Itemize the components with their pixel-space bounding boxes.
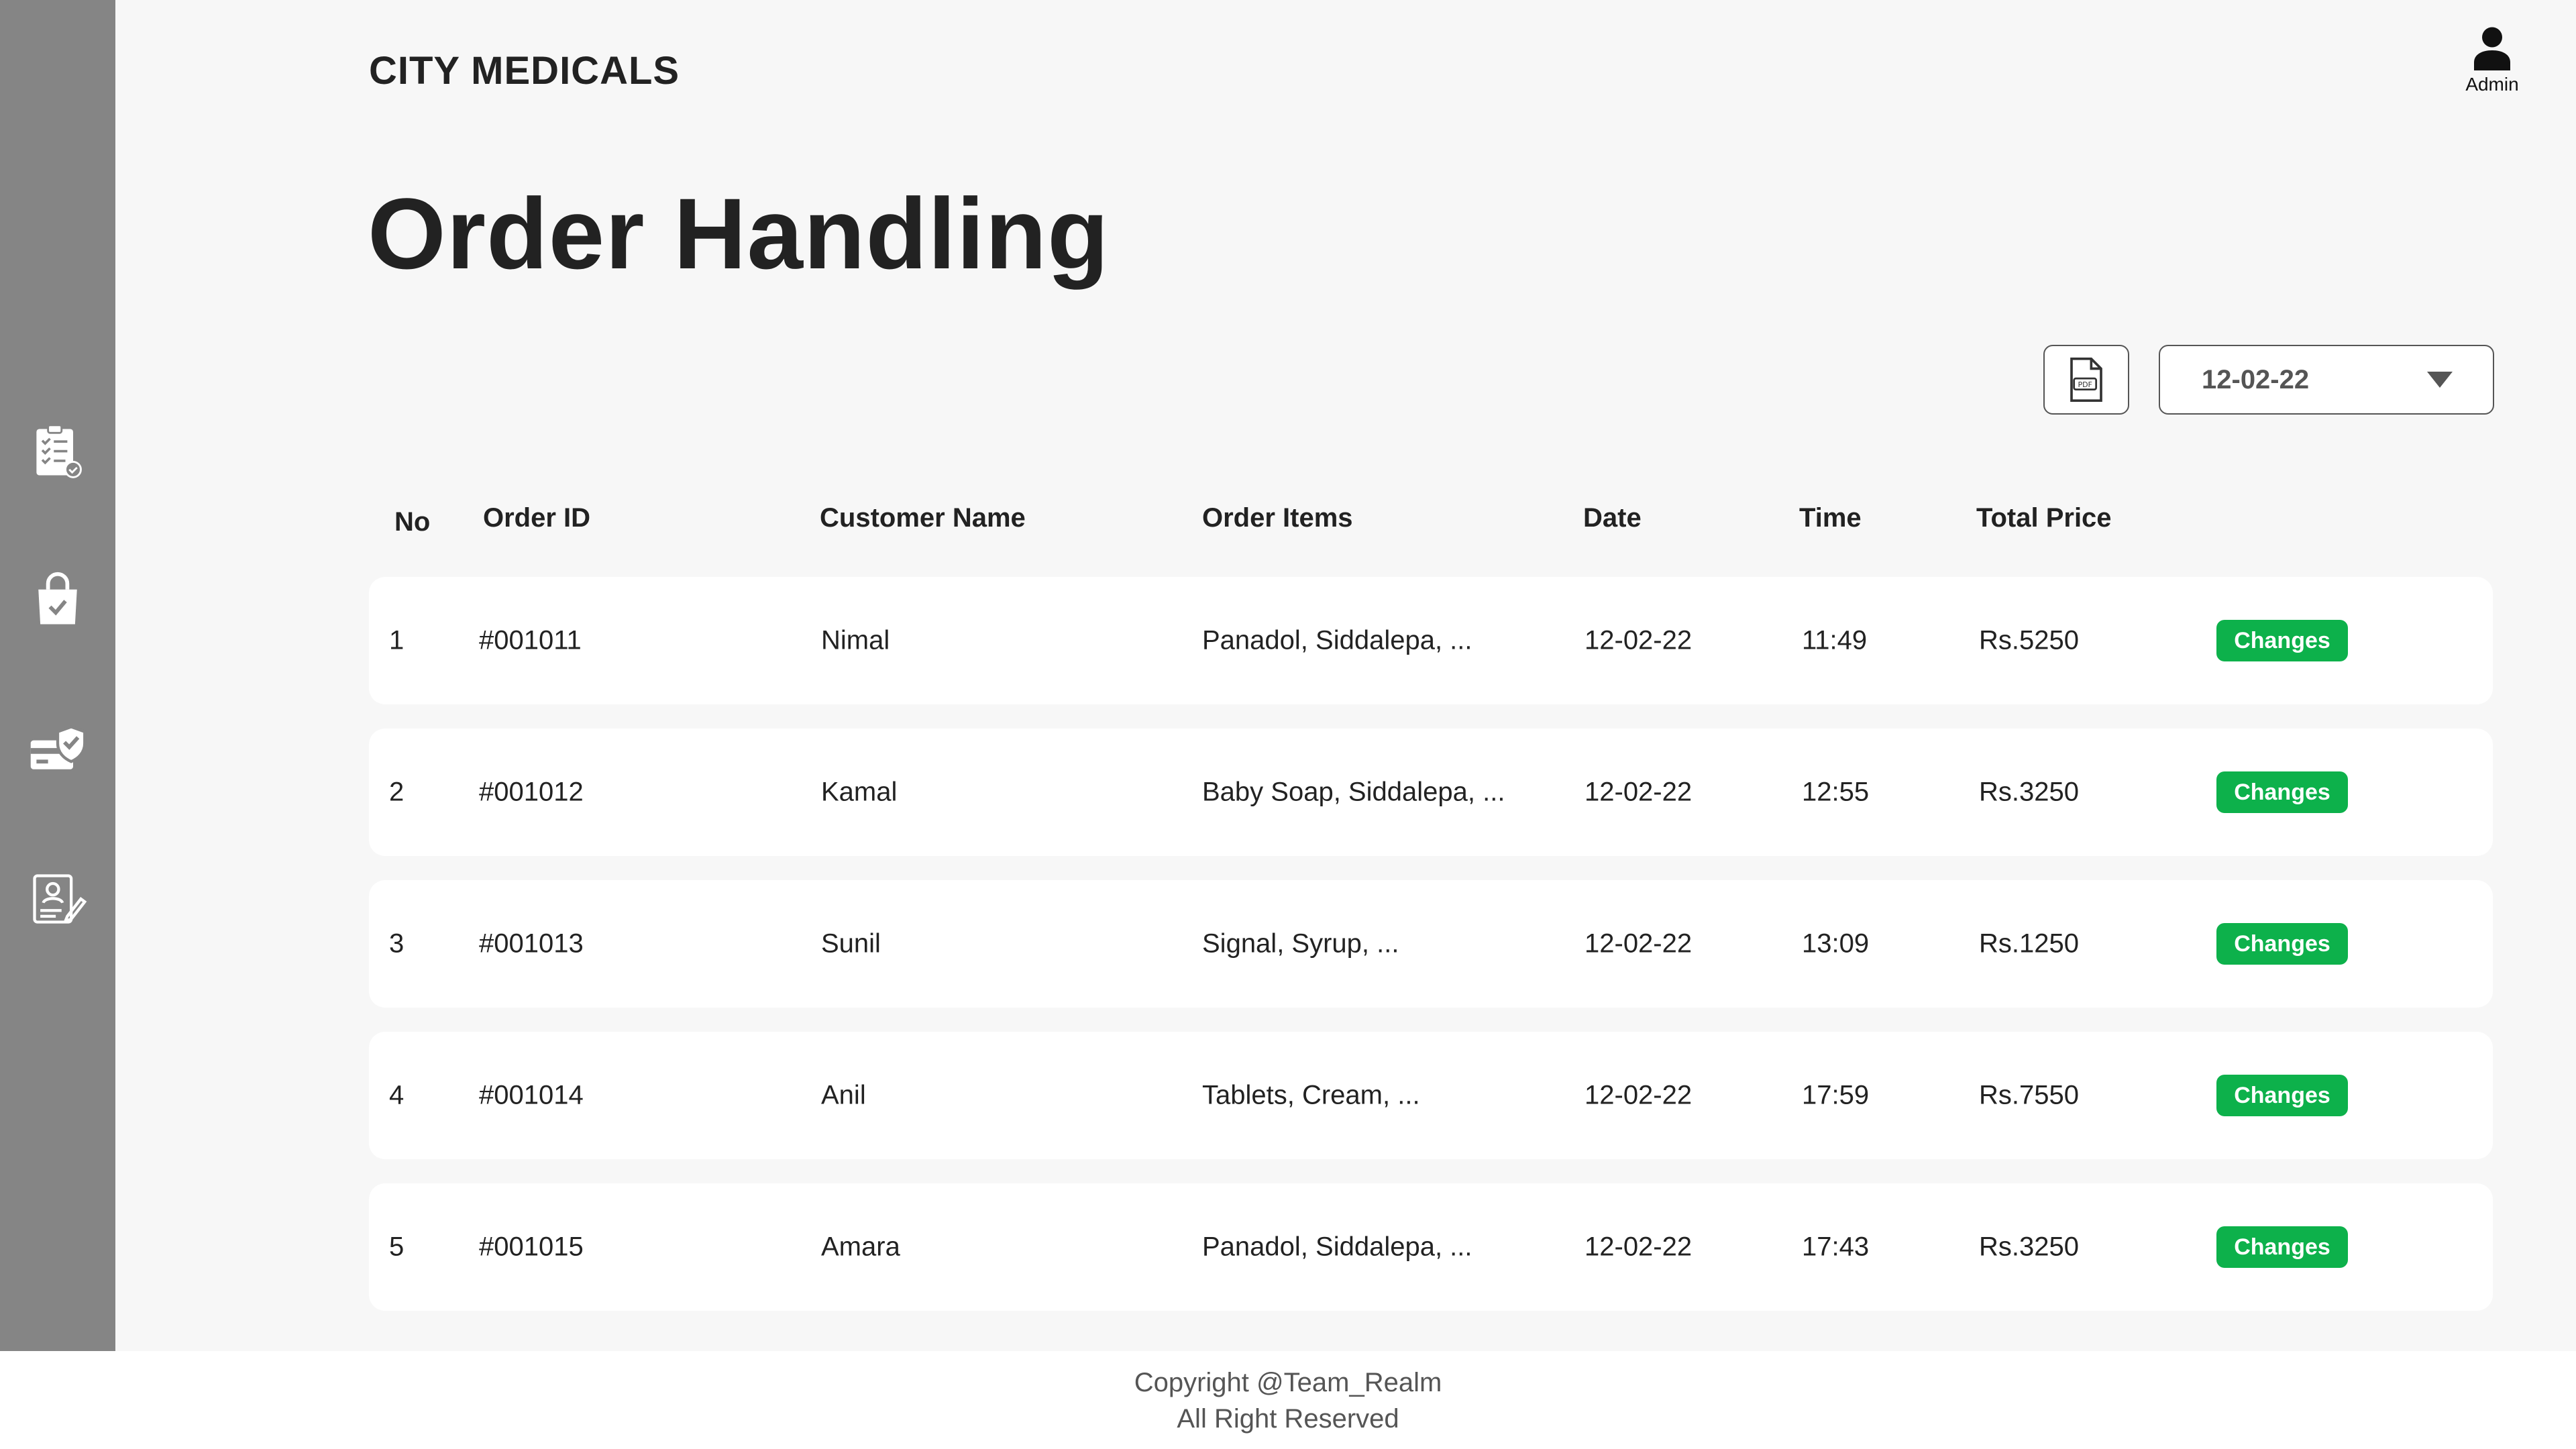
cell-no: 2 — [389, 777, 405, 807]
user-icon — [2474, 27, 2510, 70]
svg-text:PDF: PDF — [2078, 380, 2092, 389]
column-header-order-id: Order ID — [483, 503, 591, 533]
cell-total-price: Rs.3250 — [1979, 777, 2079, 807]
cell-time: 12:55 — [1802, 777, 1870, 807]
cell-order-items: Signal, Syrup, ... — [1202, 928, 1399, 959]
cell-no: 4 — [389, 1080, 405, 1110]
table-row: 3 #001013 Sunil Signal, Syrup, ... 12-02… — [369, 880, 2493, 1008]
table-row: 2 #001012 Kamal Baby Soap, Siddalepa, ..… — [369, 729, 2493, 856]
column-header-total-price: Total Price — [1976, 503, 2112, 533]
cell-time: 17:43 — [1802, 1232, 1870, 1262]
column-header-time: Time — [1799, 503, 1862, 533]
cell-customer: Kamal — [821, 777, 898, 807]
cell-order-id: #001014 — [479, 1080, 584, 1110]
cell-order-id: #001011 — [479, 625, 582, 655]
cell-time: 11:49 — [1802, 625, 1868, 655]
cell-order-items: Baby Soap, Siddalepa, ... — [1202, 777, 1505, 807]
profile-document-edit-icon[interactable] — [27, 868, 89, 930]
cell-total-price: Rs.5250 — [1979, 625, 2079, 655]
copyright-text: Copyright @Team_Realm — [1134, 1368, 1442, 1397]
changes-button[interactable]: Changes — [2216, 923, 2348, 965]
rights-text: All Right Reserved — [1177, 1404, 1399, 1434]
sidebar — [0, 0, 115, 1351]
date-filter-dropdown[interactable]: 12-02-22 — [2159, 345, 2494, 415]
cell-order-items: Panadol, Siddalepa, ... — [1202, 1232, 1472, 1262]
chevron-down-icon — [2427, 372, 2453, 388]
date-filter-value: 12-02-22 — [2202, 364, 2310, 394]
cell-time: 13:09 — [1802, 928, 1870, 959]
column-header-date: Date — [1583, 503, 1642, 533]
cell-order-items: Tablets, Cream, ... — [1202, 1080, 1420, 1110]
cell-no: 1 — [389, 625, 405, 655]
shopping-bag-check-icon[interactable] — [27, 570, 89, 632]
cell-time: 17:59 — [1802, 1080, 1870, 1110]
changes-button[interactable]: Changes — [2216, 771, 2348, 813]
cell-order-id: #001012 — [479, 777, 584, 807]
pdf-export-button[interactable]: PDF — [2043, 345, 2129, 415]
cell-no: 5 — [389, 1232, 405, 1262]
page-title: Order Handling — [368, 177, 1110, 290]
column-header-customer-name: Customer Name — [820, 503, 1026, 533]
cell-date: 12-02-22 — [1585, 1080, 1693, 1110]
cell-customer: Nimal — [821, 625, 890, 655]
table-header: No Order ID Customer Name Order Items Da… — [0, 503, 2576, 543]
brand-title: CITY MEDICALS — [369, 49, 680, 93]
footer: Copyright @Team_Realm All Right Reserved — [0, 1351, 2576, 1449]
table-row: 5 #001015 Amara Panadol, Siddalepa, ... … — [369, 1183, 2493, 1311]
table-row: 1 #001011 Nimal Panadol, Siddalepa, ... … — [369, 577, 2493, 704]
cell-total-price: Rs.3250 — [1979, 1232, 2079, 1262]
cell-order-items: Panadol, Siddalepa, ... — [1202, 625, 1472, 655]
cell-date: 12-02-22 — [1585, 625, 1693, 655]
cell-order-id: #001013 — [479, 928, 584, 959]
changes-button[interactable]: Changes — [2216, 620, 2348, 661]
changes-button[interactable]: Changes — [2216, 1226, 2348, 1268]
admin-label: Admin — [2465, 74, 2519, 95]
cell-total-price: Rs.1250 — [1979, 928, 2079, 959]
cell-customer: Sunil — [821, 928, 881, 959]
changes-button[interactable]: Changes — [2216, 1075, 2348, 1116]
cell-no: 3 — [389, 928, 405, 959]
admin-profile[interactable]: Admin — [2455, 25, 2529, 95]
column-header-no: No — [394, 507, 431, 537]
clipboard-checklist-icon[interactable] — [27, 421, 89, 483]
card-shield-check-icon[interactable] — [27, 719, 89, 781]
pdf-file-icon: PDF — [2070, 358, 2102, 402]
cell-date: 12-02-22 — [1585, 777, 1693, 807]
cell-customer: Anil — [821, 1080, 866, 1110]
cell-date: 12-02-22 — [1585, 1232, 1693, 1262]
cell-total-price: Rs.7550 — [1979, 1080, 2079, 1110]
table-row: 4 #001014 Anil Tablets, Cream, ... 12-02… — [369, 1032, 2493, 1159]
cell-date: 12-02-22 — [1585, 928, 1693, 959]
cell-order-id: #001015 — [479, 1232, 584, 1262]
column-header-order-items: Order Items — [1202, 503, 1353, 533]
cell-customer: Amara — [821, 1232, 900, 1262]
